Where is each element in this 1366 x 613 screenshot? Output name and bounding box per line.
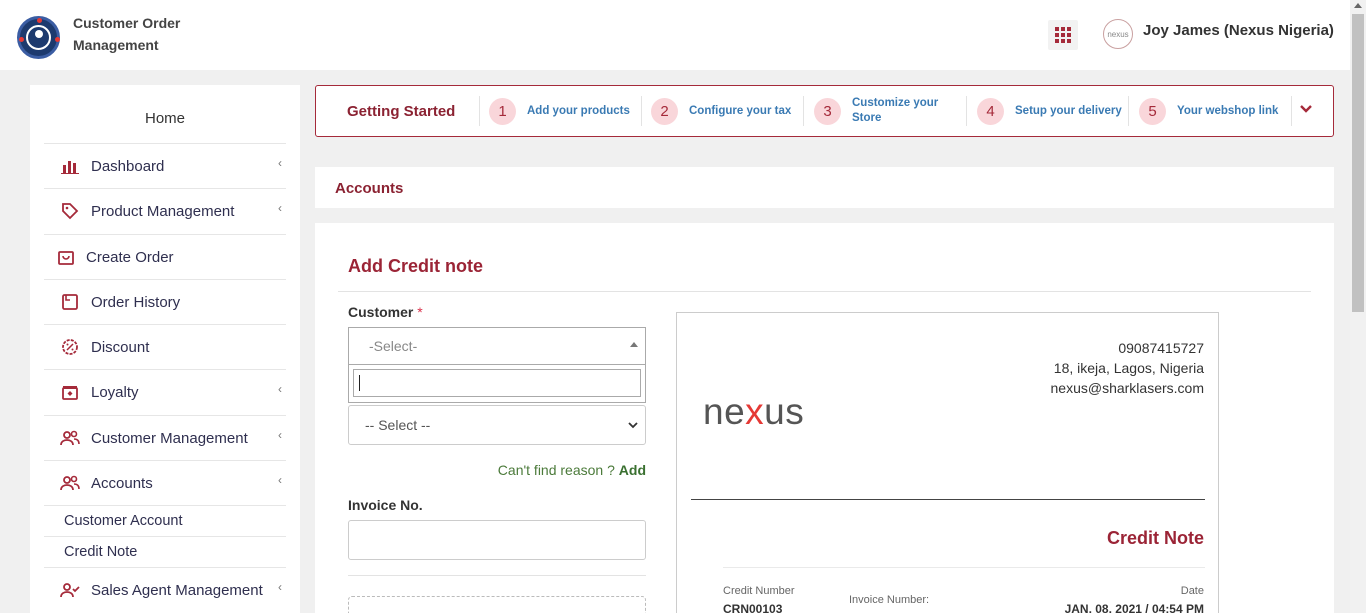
chevron-left-icon: ‹ [278, 201, 282, 215]
sidebar-item-dashboard[interactable]: Dashboard ‹ [44, 143, 286, 188]
sidebar-item-label: Create Order [86, 248, 174, 266]
credit-number-label: Credit Number [723, 585, 795, 597]
getting-started-title: Getting Started [347, 103, 456, 120]
sidebar-item-create-order[interactable]: Create Order [44, 234, 286, 279]
page-title: Accounts [335, 180, 404, 197]
step-number: 1 [489, 97, 516, 125]
chevron-down-icon [627, 418, 639, 434]
credit-note-card: Add Credit note Customer * -Select- -- S… [315, 223, 1334, 613]
card-title: Add Credit note [348, 256, 483, 276]
users-icon [58, 426, 82, 450]
chevron-left-icon: ‹ [278, 473, 282, 487]
add-reason-link[interactable]: Add [619, 462, 646, 478]
sidebar-item-label: Product Management [91, 202, 235, 220]
customer-search-input[interactable] [353, 369, 641, 397]
step-customize-store[interactable]: 3 Customize your Store [814, 96, 952, 126]
step-setup-delivery[interactable]: 4 Setup your delivery [977, 96, 1122, 126]
sidebar-item-customer-management[interactable]: Customer Management ‹ [44, 415, 286, 460]
app-logo-icon[interactable] [17, 16, 60, 59]
customer-select[interactable]: -Select- [348, 327, 646, 365]
step-webshop-link[interactable]: 5 Your webshop link [1139, 96, 1278, 126]
page-scrollbar[interactable] [1350, 0, 1366, 613]
credit-note-preview: 09087415727 18, ikeja, Lagos, Nigeria ne… [676, 312, 1219, 613]
customer-select-value: -Select- [369, 338, 418, 354]
sidebar-item-label: Discount [91, 338, 150, 356]
credit-number-value: CRN00103 [723, 602, 783, 613]
section-header: Accounts [315, 167, 1334, 208]
upload-dropzone[interactable] [348, 596, 646, 613]
customer-search-dropdown [348, 365, 646, 403]
chevron-left-icon: ‹ [278, 580, 282, 594]
step-label: Add your products [527, 104, 630, 117]
chevron-left-icon: ‹ [278, 428, 282, 442]
step-number: 5 [1139, 97, 1166, 125]
users-icon [58, 471, 82, 495]
sidebar-item-label: Sales Agent Management [91, 581, 263, 599]
user-name[interactable]: Joy James (Nexus Nigeria) [1143, 22, 1334, 39]
step-label: Configure your tax [689, 104, 792, 117]
step-label: Customize your Store [852, 97, 939, 124]
sidebar-item-label: Customer Management [91, 429, 248, 447]
step-label: Your webshop link [1177, 104, 1279, 117]
cant-find-reason: Can't find reason ? Add [497, 462, 646, 478]
step-add-products[interactable]: 1 Add your products [489, 96, 630, 126]
sidebar-item-label: Accounts [91, 474, 153, 492]
invoice-label: Invoice No. [348, 497, 423, 513]
history-icon [58, 290, 82, 314]
company-email: nexus@sharklasers.com [1050, 380, 1205, 396]
company-address: 18, ikeja, Lagos, Nigeria [1053, 360, 1204, 376]
bar-chart-icon [58, 154, 82, 178]
apps-grid-icon[interactable] [1048, 20, 1078, 50]
invoice-number-input[interactable] [348, 520, 646, 560]
avatar[interactable]: nexus [1103, 19, 1133, 49]
customer-label: Customer * [348, 304, 423, 320]
step-configure-tax[interactable]: 2 Configure your tax [651, 96, 791, 126]
reason-select[interactable]: -- Select -- [348, 405, 646, 445]
required-mark: * [417, 304, 423, 320]
chevron-down-icon[interactable] [1299, 102, 1313, 121]
top-bar: Customer Order Management nexus Joy Jame… [0, 0, 1350, 70]
cart-icon [54, 245, 78, 269]
step-number: 4 [977, 97, 1004, 125]
date-value: JAN, 08, 2021 / 04:54 PM [1064, 602, 1204, 613]
scroll-up-icon[interactable] [1354, 3, 1362, 8]
step-label: Setup your delivery [1015, 104, 1122, 117]
sidebar-item-sales-agent-management[interactable]: Sales Agent Management ‹ [44, 567, 286, 612]
user-check-icon [58, 578, 82, 602]
invoice-number-label: Invoice Number: [849, 594, 930, 606]
step-number: 3 [814, 97, 841, 125]
sidebar-item-label: Dashboard [91, 157, 165, 175]
sidebar-item-loyalty[interactable]: Loyalty ‹ [44, 369, 286, 414]
sidebar-item-home[interactable]: Home [30, 110, 300, 127]
chevron-left-icon: ‹ [278, 156, 282, 170]
sidebar-subitem-credit-note[interactable]: Credit Note [44, 536, 286, 567]
discount-icon [58, 335, 82, 359]
caret-up-icon [630, 342, 638, 347]
company-phone: 09087415727 [1118, 340, 1204, 356]
gift-icon [58, 380, 82, 404]
sidebar-subitem-customer-account[interactable]: Customer Account [44, 505, 286, 536]
tag-icon [58, 199, 82, 223]
getting-started-bar: Getting Started 1 Add your products 2 Co… [315, 85, 1334, 137]
sidebar-item-accounts[interactable]: Accounts ‹ [44, 460, 286, 505]
chevron-left-icon: ‹ [278, 382, 282, 396]
sidebar-item-label: Loyalty [91, 383, 139, 401]
sidebar-item-discount[interactable]: Discount [44, 324, 286, 369]
scrollbar-thumb[interactable] [1352, 14, 1364, 312]
sidebar: Home Dashboard ‹ Product Management ‹ Cr… [30, 85, 300, 613]
credit-note-title: Credit Note [1106, 528, 1204, 548]
step-number: 2 [651, 97, 678, 125]
company-contact: 09087415727 18, ikeja, Lagos, Nigeria ne… [1051, 338, 1205, 398]
company-logo: nexus [703, 391, 805, 432]
sidebar-item-order-history[interactable]: Order History [44, 279, 286, 324]
reason-select-value: -- Select -- [365, 417, 431, 433]
sidebar-item-label: Order History [91, 293, 181, 311]
sidebar-item-product-management[interactable]: Product Management ‹ [44, 188, 286, 233]
app-title: Customer Order Management [73, 15, 181, 53]
date-label: Date [1180, 585, 1204, 597]
